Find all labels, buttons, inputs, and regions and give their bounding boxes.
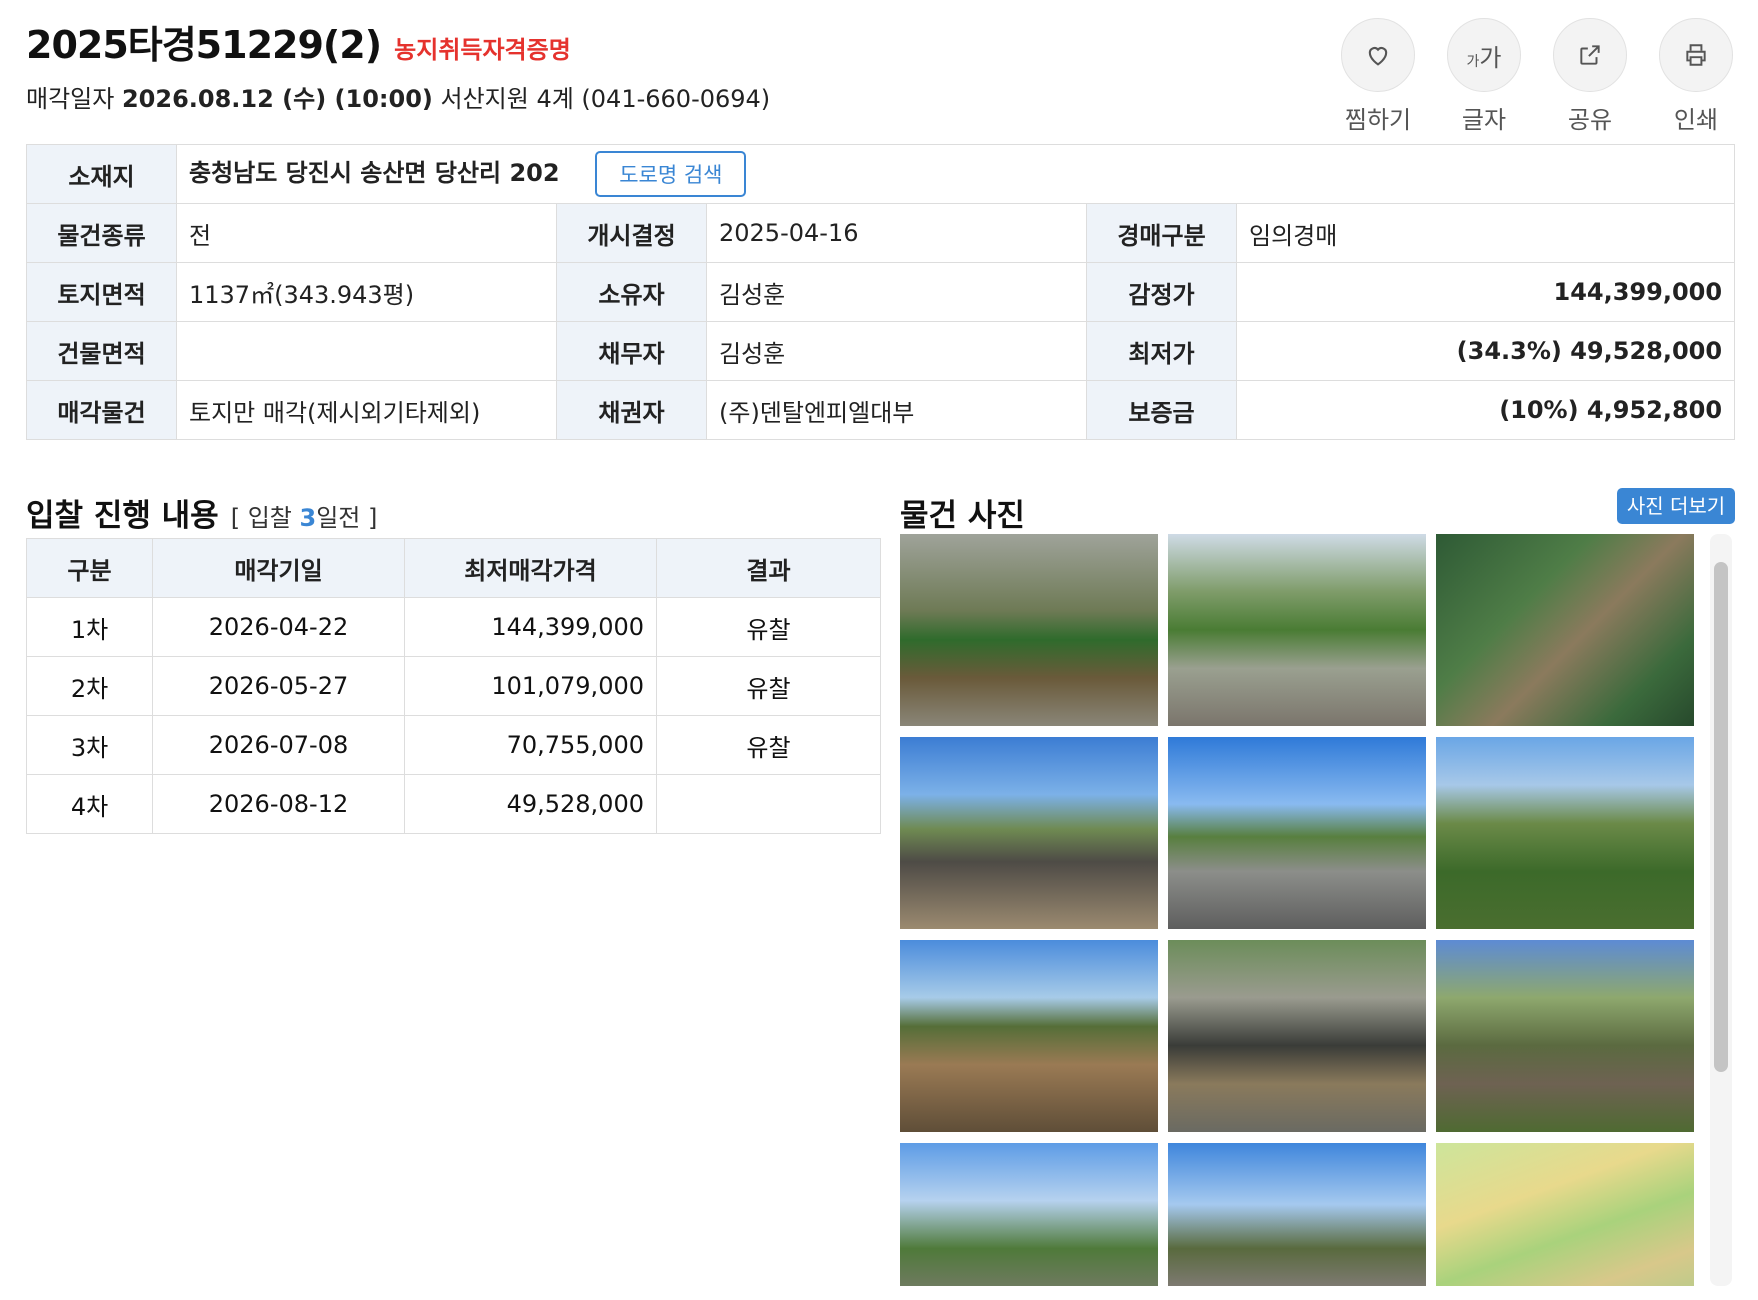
table-row: 건물면적 채무자 김성훈 최저가 (34.3%) 49,528,000 bbox=[26, 321, 1736, 381]
property-photo[interactable] bbox=[900, 737, 1158, 929]
info-label: 물건종류 bbox=[26, 203, 177, 263]
table-row: 소재지 충청남도 당진시 송산면 당산리 202 도로명 검색 bbox=[26, 144, 1736, 204]
property-photo[interactable] bbox=[1168, 1143, 1426, 1286]
property-photo[interactable] bbox=[900, 940, 1158, 1132]
property-info-table: 소재지 충청남도 당진시 송산면 당산리 202 도로명 검색 물건종류 전 개… bbox=[26, 144, 1736, 440]
sale-info: 매각일자 2026.08.12 (수) (10:00) 서산지원 4계 (041… bbox=[26, 79, 770, 114]
court-info: 서산지원 4계 (041-660-0694) bbox=[440, 85, 771, 113]
table-row: 1차 2026-04-22 144,399,000 유찰 bbox=[26, 597, 881, 657]
location-address: 충청남도 당진시 송산면 당산리 202 bbox=[189, 159, 560, 187]
table-row: 매각물건 토지만 매각(제시외기타제외) 채권자 (주)덴탈엔피엘대부 보증금 … bbox=[26, 380, 1736, 440]
info-value: 임의경매 bbox=[1235, 203, 1736, 263]
info-value: 김성훈 bbox=[706, 321, 1087, 381]
share-button[interactable]: 공유 bbox=[1552, 18, 1628, 135]
info-value: 전 bbox=[176, 203, 557, 263]
location-cell: 충청남도 당진시 송산면 당산리 202 도로명 검색 bbox=[175, 144, 1736, 204]
property-photo[interactable] bbox=[1436, 940, 1694, 1132]
font-size-button[interactable]: 가가 글자 bbox=[1446, 18, 1522, 135]
property-photo[interactable] bbox=[1168, 940, 1426, 1132]
road-search-button[interactable]: 도로명 검색 bbox=[595, 151, 747, 197]
photo-section-title: 물건 사진 bbox=[900, 498, 1025, 534]
info-label: 매각물건 bbox=[26, 380, 177, 440]
info-label: 건물면적 bbox=[26, 321, 177, 381]
photo-gallery[interactable] bbox=[900, 534, 1700, 1286]
farm-certificate-badge: 농지취득자격증명 bbox=[394, 36, 571, 64]
print-label: 인쇄 bbox=[1673, 106, 1719, 134]
info-label: 소유자 bbox=[556, 262, 707, 322]
print-icon bbox=[1686, 44, 1706, 66]
bid-days-remaining: [ 입찰 3일전 ] bbox=[230, 504, 378, 532]
aerial-photo[interactable] bbox=[1436, 534, 1694, 726]
share-label: 공유 bbox=[1567, 106, 1613, 134]
location-label: 소재지 bbox=[26, 144, 177, 204]
table-row: 물건종류 전 개시결정 2025-04-16 경매구분 임의경매 bbox=[26, 203, 1736, 263]
more-photos-button[interactable]: 사진 더보기 bbox=[1617, 488, 1735, 524]
table-header-row: 구분 매각기일 최저매각가격 결과 bbox=[26, 538, 881, 598]
bid-section-title: 입찰 진행 내용[ 입찰 3일전 ] bbox=[26, 498, 378, 534]
scrollbar-thumb[interactable] bbox=[1714, 562, 1728, 1072]
case-header: 2025타경51229(2) 농지취득자격증명 매각일자 2026.08.12 … bbox=[26, 14, 770, 114]
favorite-label: 찜하기 bbox=[1344, 106, 1412, 134]
table-row: 2차 2026-05-27 101,079,000 유찰 bbox=[26, 656, 881, 716]
map-photo[interactable] bbox=[1436, 1143, 1694, 1286]
favorite-button[interactable]: 찜하기 bbox=[1340, 18, 1416, 135]
table-row: 3차 2026-07-08 70,755,000 유찰 bbox=[26, 715, 881, 775]
property-photo[interactable] bbox=[1436, 737, 1694, 929]
font-size-label: 글자 bbox=[1461, 106, 1507, 134]
property-photo[interactable] bbox=[1168, 737, 1426, 929]
info-value: 2025-04-16 bbox=[706, 203, 1087, 263]
info-label: 보증금 bbox=[1086, 380, 1237, 440]
info-label: 채권자 bbox=[556, 380, 707, 440]
info-label: 토지면적 bbox=[26, 262, 177, 322]
bid-history-table: 구분 매각기일 최저매각가격 결과 1차 2026-04-22 144,399,… bbox=[26, 538, 881, 834]
font-size-icon: 가가 bbox=[1466, 43, 1502, 72]
info-label: 최저가 bbox=[1086, 321, 1237, 381]
info-value bbox=[176, 321, 557, 381]
table-row: 4차 2026-08-12 49,528,000 bbox=[26, 774, 881, 834]
deposit-value: (10%) 4,952,800 bbox=[1235, 380, 1736, 440]
heart-icon bbox=[1368, 47, 1388, 66]
action-bar: 찜하기 가가 글자 공유 인쇄 bbox=[1340, 18, 1734, 135]
info-value: 1137㎡(343.943평) bbox=[176, 262, 557, 322]
property-photo[interactable] bbox=[1168, 534, 1426, 726]
info-label: 경매구분 bbox=[1086, 203, 1237, 263]
info-label: 채무자 bbox=[556, 321, 707, 381]
info-label: 개시결정 bbox=[556, 203, 707, 263]
sale-label: 매각일자 bbox=[26, 85, 115, 113]
info-label: 감정가 bbox=[1086, 262, 1237, 322]
minimum-price-value: (34.3%) 49,528,000 bbox=[1235, 321, 1736, 381]
share-icon bbox=[1580, 45, 1600, 65]
table-row: 토지면적 1137㎡(343.943평) 소유자 김성훈 감정가 144,399… bbox=[26, 262, 1736, 322]
property-photo[interactable] bbox=[900, 534, 1158, 726]
property-photo[interactable] bbox=[900, 1143, 1158, 1286]
info-value: 김성훈 bbox=[706, 262, 1087, 322]
info-value: (주)덴탈엔피엘대부 bbox=[706, 380, 1087, 440]
info-value: 토지만 매각(제시외기타제외) bbox=[176, 380, 557, 440]
gallery-scrollbar[interactable] bbox=[1710, 534, 1732, 1286]
case-number: 2025타경51229(2) bbox=[26, 23, 382, 67]
appraisal-value: 144,399,000 bbox=[1235, 262, 1736, 322]
sale-datetime: 2026.08.12 (수) (10:00) bbox=[121, 85, 433, 113]
print-button[interactable]: 인쇄 bbox=[1658, 18, 1734, 135]
